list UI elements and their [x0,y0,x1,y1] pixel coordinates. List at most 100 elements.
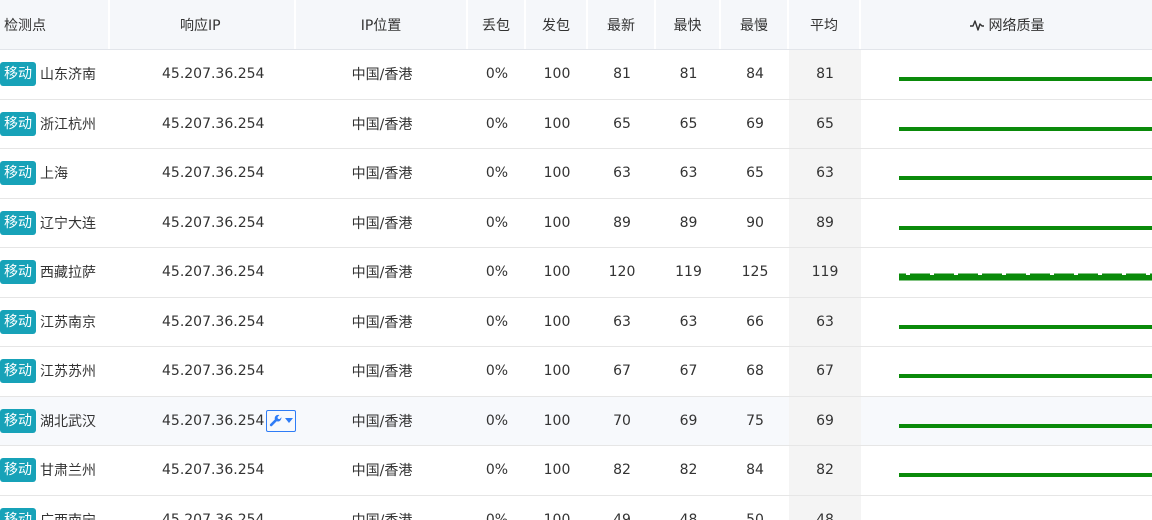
ip-address[interactable]: 45.207.36.254 [162,264,264,280]
sent-cell: 100 [543,511,571,520]
ip-tools-dropdown-button[interactable] [266,409,296,432]
sent-cell: 100 [543,412,571,429]
ip-location-cell: 中国/香港 [351,265,413,282]
header-ip[interactable]: 响应IP [110,0,296,49]
ip-cell: 45.207.36.254 [110,496,296,520]
ip-address[interactable]: 45.207.36.254 [162,116,264,132]
header-slowest[interactable]: 最慢 [721,0,789,49]
header-sent[interactable]: 发包 [526,0,588,49]
average-cell: 119 [789,248,861,297]
quality-line-chart [899,77,1152,81]
city-label: 广西南宁 [40,510,96,520]
location-cell: 移动 山东济南 [0,50,110,99]
wrench-icon [270,414,282,427]
table-row[interactable]: 移动 浙江杭州 45.207.36.254 中国/香港 0% 100 65 65… [0,99,1152,149]
header-ip-location[interactable]: IP位置 [296,0,468,49]
isp-badge: 移动 [0,408,36,433]
loss-cell: 0% [485,165,509,182]
ip-address[interactable]: 45.207.36.254 [162,462,264,478]
ip-address[interactable]: 45.207.36.254 [162,512,264,520]
quality-sparkline [861,397,1152,446]
sent-cell: 100 [543,214,571,231]
loss-cell: 0% [485,313,509,330]
isp-badge: 移动 [0,359,36,384]
quality-sparkline [861,248,1152,297]
table-row[interactable]: 移动 江苏南京 45.207.36.254 中国/香港 0% 100 63 63… [0,297,1152,347]
sent-cell: 100 [543,115,571,132]
latest-cell: 67 [613,363,631,380]
ip-location-cell: 中国/香港 [351,215,413,232]
loss-cell: 0% [485,363,509,380]
fastest-cell: 63 [679,313,698,330]
city-label: 浙江杭州 [40,116,96,133]
ip-address[interactable]: 45.207.36.254 [162,215,264,231]
isp-badge: 移动 [0,260,36,285]
fastest-cell: 65 [679,115,698,132]
header-quality[interactable]: 网络质量 [861,0,1152,49]
fastest-cell: 81 [679,66,698,83]
isp-badge: 移动 [0,309,36,334]
ip-address[interactable]: 45.207.36.254 [162,363,264,379]
table-row[interactable]: 移动 甘肃兰州 45.207.36.254 中国/香港 0% 100 82 82… [0,446,1152,496]
quality-sparkline [861,496,1152,520]
city-label: 江苏苏州 [40,364,96,381]
ip-cell: 45.207.36.254 [110,100,296,149]
quality-sparkline [861,149,1152,198]
ip-address[interactable]: 45.207.36.254 [162,165,264,181]
latest-cell: 82 [613,462,631,479]
latest-cell: 65 [613,115,631,132]
isp-badge: 移动 [0,210,36,235]
header-fastest[interactable]: 最快 [656,0,721,49]
ip-cell: 45.207.36.254 [110,248,296,297]
average-cell: 82 [789,446,861,495]
average-cell: 67 [789,347,861,396]
header-loss[interactable]: 丢包 [468,0,526,49]
quality-jitter-mark [978,273,982,275]
ip-address[interactable]: 45.207.36.254 [162,66,264,82]
quality-jitter-mark [906,273,910,275]
header-average[interactable]: 平均 [789,0,861,49]
location-cell: 移动 西藏拉萨 [0,248,110,297]
ip-location-cell: 中国/香港 [296,496,468,520]
table-row[interactable]: 移动 西藏拉萨 45.207.36.254 中国/香港 0% 100 120 1… [0,248,1152,298]
ip-location-cell: 中国/香港 [351,116,413,133]
loss-cell: 0% [485,462,509,479]
slowest-cell: 90 [746,214,764,231]
average-cell: 63 [789,149,861,198]
table-header: 检测点 响应IP IP位置 丢包 发包 最新 最快 最慢 平均 网络质量 [0,0,1152,50]
ip-cell: 45.207.36.254 [110,397,296,446]
quality-line-chart [899,126,1152,131]
table-row[interactable]: 移动 山东济南 45.207.36.254 中国/香港 0% 100 81 81… [0,50,1152,100]
ping-results-table: 检测点 响应IP IP位置 丢包 发包 最新 最快 最慢 平均 网络质量 移动 … [0,0,1152,520]
header-latest[interactable]: 最新 [588,0,656,49]
table-row[interactable]: 移动 上海 45.207.36.254 中国/香港 0% 100 63 63 6… [0,149,1152,199]
city-label: 西藏拉萨 [40,265,96,282]
table-row[interactable]: 移动 湖北武汉 45.207.36.254 中国/香港 0% 100 70 69… [0,396,1152,446]
table-row[interactable]: 移动 广西南宁 45.207.36.254 中国/香港 0% 100 49 48… [0,495,1152,520]
location-cell: 移动 浙江杭州 [0,100,110,149]
quality-line-chart [899,273,1152,281]
latest-cell: 70 [613,412,631,429]
latest-cell: 49 [613,511,631,520]
quality-jitter-mark [1050,273,1054,275]
latest-cell: 81 [613,66,631,83]
fastest-cell: 67 [679,363,698,380]
header-quality-label: 网络质量 [988,17,1045,34]
table-row[interactable]: 移动 江苏苏州 45.207.36.254 中国/香港 0% 100 67 67… [0,347,1152,397]
header-location[interactable]: 检测点 [0,0,110,49]
isp-badge: 移动 [0,62,36,87]
ip-address[interactable]: 45.207.36.254 [162,314,264,330]
ip-location-cell: 中国/香港 [351,314,413,331]
quality-line-chart [899,225,1152,230]
ip-cell: 45.207.36.254 [110,199,296,248]
quality-sparkline [861,446,1152,495]
ip-address[interactable]: 45.207.36.254 [162,413,264,429]
fastest-cell: 69 [679,412,698,429]
isp-badge: 移动 [0,161,36,186]
quality-jitter-mark [1002,273,1006,275]
quality-line-chart [899,473,1152,477]
caret-down-icon [285,417,294,423]
average-cell: 81 [789,50,861,99]
slowest-cell: 69 [746,115,764,132]
table-row[interactable]: 移动 辽宁大连 45.207.36.254 中国/香港 0% 100 89 89… [0,198,1152,248]
